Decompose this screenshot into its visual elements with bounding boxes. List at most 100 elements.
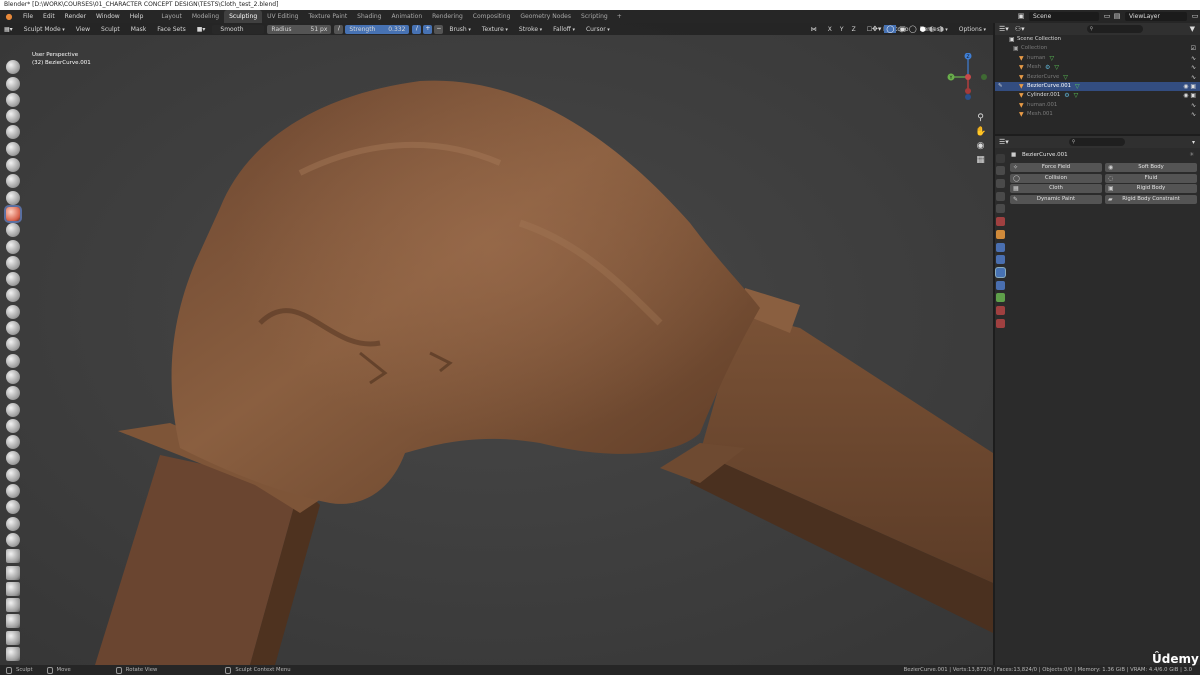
clay-brush-icon[interactable] — [6, 92, 20, 107]
visibility-eye-icon[interactable]: ∿ — [1191, 110, 1196, 119]
rotate-brush-icon[interactable] — [6, 402, 20, 417]
symmetry-icon[interactable]: ⋈ — [807, 25, 821, 34]
sculpt-scene[interactable] — [0, 23, 993, 665]
menu-render[interactable]: Render — [60, 10, 91, 23]
visibility-eye-icon[interactable]: ∿ — [1191, 54, 1196, 63]
simplify-brush-icon[interactable] — [6, 467, 20, 482]
navigation-gizmo[interactable]: Z Y — [946, 53, 990, 117]
collision-button[interactable]: ◯ Collision — [1010, 173, 1102, 183]
outliner-search-input[interactable]: ⚲ — [1086, 25, 1143, 33]
elastic-deform-brush-icon[interactable] — [6, 321, 20, 336]
mesh-filter-icon[interactable] — [6, 630, 20, 645]
properties-editor-icon[interactable]: ☰▾ — [999, 138, 1009, 146]
nudge-brush-icon[interactable] — [6, 386, 20, 401]
rigid-body-button[interactable]: ▣ Rigid Body — [1105, 184, 1197, 193]
menu-window[interactable]: Window — [91, 10, 125, 23]
strength-slider[interactable]: Strength 0.332 — [345, 24, 410, 34]
draw-brush-icon[interactable] — [6, 60, 20, 75]
outliner-row-human-001[interactable]: ▼ human.001 ∿ — [995, 101, 1200, 110]
outliner-row-collection[interactable]: ▣ Collection ☑ — [995, 44, 1200, 53]
view-layer-icon[interactable]: ▤ — [1112, 12, 1122, 21]
fluid-button[interactable]: ◌ Fluid — [1105, 173, 1197, 183]
slide-relax-brush-icon[interactable] — [6, 418, 20, 433]
options-menu[interactable]: Options — [955, 25, 990, 34]
direction-subtract-icon[interactable]: − — [434, 24, 444, 34]
outliner-row-beziercurve-001[interactable]: ✎ ▼ BezierCurve.001 ▽ ◉ ▣ — [995, 81, 1200, 92]
zoom-icon[interactable]: ⚲ — [975, 113, 986, 124]
tab-geometry-nodes[interactable]: Geometry Nodes — [515, 10, 576, 23]
clay-thumb-brush-icon[interactable] — [6, 125, 20, 140]
outliner-display-mode-icon[interactable]: ⚇▾ — [1015, 25, 1025, 33]
output-tab-icon[interactable] — [996, 179, 1005, 189]
properties-options-icon[interactable]: ▾ — [1192, 139, 1195, 146]
line-project-icon[interactable] — [6, 614, 20, 629]
properties-search-input[interactable]: ⚲ — [1068, 138, 1125, 146]
view-layer-tab-icon[interactable] — [996, 191, 1005, 201]
pan-hand-icon[interactable]: ✋ — [975, 127, 986, 138]
tab-compositing[interactable]: Compositing — [468, 10, 516, 23]
blob-brush-icon[interactable] — [6, 174, 20, 189]
crease-brush-icon[interactable] — [6, 190, 20, 205]
strength-pressure-icon[interactable]: ∕ — [412, 24, 422, 34]
mask-brush-icon[interactable] — [6, 484, 20, 499]
world-tab-icon[interactable] — [996, 217, 1005, 227]
object-gizmo-icon[interactable]: ✥▾ — [872, 25, 881, 33]
object-tab-icon[interactable] — [996, 229, 1005, 239]
visibility-eye-icon[interactable]: ◉ ▣ — [1183, 82, 1196, 91]
3d-viewport[interactable]: ▦▾ Sculpt Mode View Sculpt Mask Face Set… — [0, 23, 993, 665]
tab-sculpting[interactable]: Sculpting — [224, 10, 263, 23]
clay-strips-brush-icon[interactable] — [6, 109, 20, 124]
scene-selector[interactable]: Scene — [1029, 12, 1099, 21]
tab-rendering[interactable]: Rendering — [427, 10, 468, 23]
menu-face-sets[interactable]: Face Sets — [153, 25, 189, 34]
overlay-icon[interactable]: ◯ — [884, 25, 897, 33]
pin-icon[interactable]: ✳ — [1189, 150, 1194, 161]
particles-tab-icon[interactable] — [996, 255, 1005, 265]
inflate-brush-icon[interactable] — [6, 158, 20, 173]
add-workspace-button[interactable]: + — [613, 13, 626, 20]
menu-mask[interactable]: Mask — [127, 25, 150, 34]
grab-brush-icon[interactable] — [6, 304, 20, 319]
perspective-grid-icon[interactable]: ▦ — [975, 155, 986, 166]
force-field-button[interactable]: ✧ Force Field — [1010, 163, 1102, 172]
scene-tab-icon[interactable] — [996, 204, 1005, 214]
cloth-button[interactable]: ▦ Cloth — [1010, 184, 1102, 193]
rigid-body-constraint-button[interactable]: ▰ Rigid Body Constraint — [1105, 194, 1197, 204]
editor-type-icon[interactable]: ▦▾ — [0, 25, 17, 34]
visibility-eye-icon[interactable]: ◉ ▣ — [1183, 91, 1196, 100]
scene-icon[interactable]: ▣ — [1016, 12, 1026, 21]
visibility-eye-icon[interactable]: ∿ — [1191, 73, 1196, 82]
pinch-brush-icon[interactable] — [6, 288, 20, 303]
box-trim-icon[interactable] — [6, 598, 20, 613]
outliner-row-scene-collection[interactable]: ▣ Scene Collection — [995, 35, 1200, 44]
outliner-row-mesh[interactable]: ▼ Mesh ⚙ ▽ ∿ — [995, 63, 1200, 72]
multiplane-scrape-brush-icon[interactable] — [6, 272, 20, 287]
filter-icon[interactable]: ▼ — [1190, 25, 1195, 33]
data-tab-icon[interactable] — [996, 293, 1005, 303]
tab-layout[interactable]: Layout — [156, 10, 186, 23]
menu-edit[interactable]: Edit — [38, 10, 60, 23]
scrape-brush-icon[interactable] — [6, 255, 20, 270]
visibility-eye-icon[interactable]: ∿ — [1191, 63, 1196, 72]
menu-file[interactable]: File — [18, 10, 38, 23]
shading-wireframe-icon[interactable]: ◯ — [909, 25, 917, 33]
snake-hook-brush-icon[interactable] — [6, 337, 20, 352]
pose-brush-icon[interactable] — [6, 369, 20, 384]
brush-menu[interactable]: Brush — [445, 25, 474, 34]
layer-brush-icon[interactable] — [6, 141, 20, 156]
falloff-menu[interactable]: Falloff — [549, 25, 579, 34]
camera-view-icon[interactable]: ◉ — [975, 141, 986, 152]
shading-material-icon[interactable]: ◐ — [929, 25, 935, 33]
cloth-brush-icon[interactable] — [6, 451, 20, 466]
tab-scripting[interactable]: Scripting — [576, 10, 613, 23]
shading-solid-icon[interactable]: ● — [920, 25, 926, 33]
outliner-editor-icon[interactable]: ☰▾ — [999, 25, 1009, 33]
smooth-brush-icon[interactable] — [6, 206, 20, 221]
xray-icon[interactable]: ▣ — [899, 25, 906, 33]
physics-tab-icon[interactable] — [996, 267, 1005, 277]
flatten-brush-icon[interactable] — [6, 223, 20, 238]
mode-selector[interactable]: Sculpt Mode — [20, 25, 69, 34]
axis-x-toggle[interactable]: X — [824, 25, 836, 34]
visibility-eye-icon[interactable]: ∿ — [1191, 101, 1196, 110]
exclude-checkbox-icon[interactable]: ☑ — [1191, 44, 1196, 53]
